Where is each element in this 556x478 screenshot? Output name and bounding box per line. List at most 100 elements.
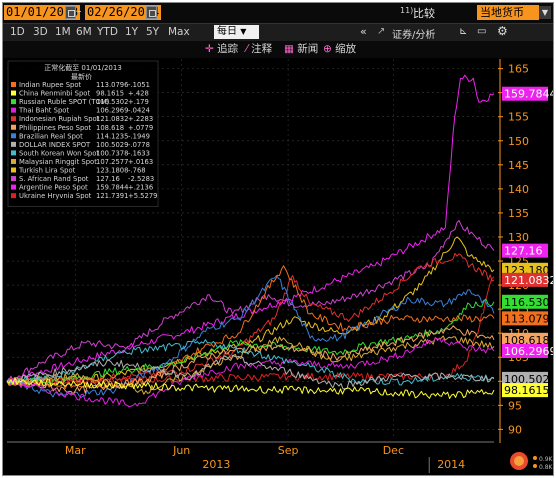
legend-entry[interactable]: Russian Ruble SPOT (TOM)116.5302 +.179 (11, 98, 149, 106)
legend-series-name: Brazilian Real Spot (19, 132, 83, 140)
legend-series-name: Ukraine Hryvnia Spot (19, 192, 92, 200)
status-dot-icon (533, 464, 537, 468)
last-value-tag: 127.16 (502, 243, 548, 258)
last-value-tag: 121.0832 (502, 272, 553, 287)
legend-last-value: 127.16 (96, 175, 120, 183)
x-tick-label: Jun (172, 444, 190, 457)
legend-change: +.2136 (128, 184, 153, 192)
legend-change: +5.5279 (128, 192, 157, 200)
legend-entry[interactable]: Malaysian Ringgit Spot 107.2577 +.0163 (11, 158, 153, 166)
legend-series-name: Malaysian Ringgit Spot (19, 158, 97, 166)
legend-series-name: Thai Baht Spot (18, 107, 69, 115)
legend-entry[interactable]: Ukraine Hryvnia Spot 121.7391 +5.5279 (11, 192, 157, 200)
legend-last-value: 121.7391 (96, 192, 128, 200)
legend-entry[interactable]: DOLLAR INDEX SPOT 100.5029 -.0778 (11, 141, 150, 149)
legend-change: -.768 (128, 167, 146, 175)
last-value-tag: 116.5302 (502, 294, 553, 309)
legend-swatch (11, 133, 16, 139)
last-value-tag-label: 127.16 (504, 245, 543, 258)
y-tick-label: 165 (508, 63, 529, 76)
legend-change: +.2283 (128, 115, 153, 123)
legend-entry[interactable]: Argentine Peso Spot 159.7844 +.2136 (11, 184, 153, 192)
x-year-label: 2014 (437, 458, 465, 471)
status-badge-inner (514, 456, 524, 466)
last-value-tag-label: 121.0832 (504, 274, 553, 287)
y-tick-label: 145 (508, 159, 529, 172)
legend-entry[interactable]: Philippines Peso Spot 108.618 +.0779 (11, 124, 153, 132)
legend-swatch (11, 184, 16, 190)
y-tick-label: 155 (508, 111, 529, 124)
y-tick-label: 140 (508, 183, 529, 196)
legend-last-value: 123.1808 (96, 167, 128, 175)
legend-series-name: South Korean Won Spot (19, 149, 99, 157)
legend-entry[interactable]: S. African Rand Spot 127.16 -2.5283 (11, 175, 154, 183)
legend-swatch (11, 167, 16, 173)
legend-last-value: 108.618 (96, 124, 124, 132)
legend-last-value: 116.5302 (96, 98, 128, 106)
legend-change: -2.5283 (128, 175, 154, 183)
legend-swatch (11, 90, 16, 96)
legend-series-name: Turkish Lira Spot (18, 167, 76, 175)
last-value-tag: 106.2969 (502, 343, 553, 358)
legend-last-value: 159.7844 (96, 184, 128, 192)
status-line-1: 0.9K (539, 456, 553, 463)
legend-series-name: DOLLAR INDEX SPOT (19, 141, 91, 149)
legend-swatch (11, 107, 16, 113)
legend-entry[interactable]: Indian Rupee Spot 113.0796 -.1051 (11, 81, 150, 89)
legend-entry[interactable]: Indonesian Rupiah Spot121.0832 +.2283 (11, 115, 153, 123)
last-value-tag: 159.7844 (502, 86, 553, 101)
legend-title: 正常化截至 01/01/2013 (44, 63, 122, 72)
status-indicator: 0.9K0.8K (510, 452, 553, 471)
legend-change: -.0424 (128, 107, 150, 115)
legend-change: -.1633 (128, 149, 150, 157)
legend-swatch (11, 82, 16, 87)
legend-swatch (11, 158, 16, 164)
y-tick-label: 90 (508, 423, 522, 436)
legend-last-value: 113.0796 (96, 81, 128, 89)
legend-swatch (11, 176, 16, 182)
x-year-label: 2013 (202, 458, 230, 471)
legend-series-name: China Renminbi Spot (19, 90, 90, 98)
fx-line-chart[interactable]: 9095100105110115120125130135140145150155… (3, 3, 553, 475)
legend-last-value: 121.0832 (96, 115, 128, 123)
legend-last-value: 100.5029 (96, 141, 128, 149)
x-tick-label: Sep (278, 444, 299, 457)
legend-swatch (11, 150, 16, 156)
legend-swatch (11, 99, 16, 105)
legend-series-name: Indian Rupee Spot (19, 81, 81, 89)
legend-change: +.0163 (128, 158, 153, 166)
y-tick-label: 95 (508, 399, 522, 412)
x-tick-label: Dec (383, 444, 404, 457)
legend-change: +.0779 (128, 124, 153, 132)
legend-change: +.179 (128, 98, 149, 106)
legend-subtitle: 最新价 (71, 72, 92, 81)
legend-series-name: S. African Rand Spot (19, 175, 89, 183)
last-value-tag: 98.1615 (502, 383, 550, 398)
legend-last-value: 114.1235 (96, 132, 128, 140)
last-value-tag-label: 159.7844 (504, 88, 553, 101)
legend-series-name: Indonesian Rupiah Spot (19, 115, 100, 123)
legend-change: -.1949 (128, 132, 150, 140)
legend-swatch (11, 124, 16, 130)
legend-change: -.0778 (128, 141, 150, 149)
x-tick-label: Mar (65, 444, 86, 457)
last-value-tag-label: 116.5302 (504, 296, 553, 309)
last-value-tag: 113.0796 (502, 311, 553, 326)
status-line-2: 0.8K (539, 464, 553, 471)
last-value-tag-label: 106.2969 (504, 345, 553, 358)
legend-entry[interactable]: South Korean Won Spot100.7378 -.1633 (11, 149, 150, 157)
legend-last-value: 106.2969 (96, 107, 128, 115)
legend-entry[interactable]: Brazilian Real Spot 114.1235 -.1949 (11, 132, 150, 140)
legend-change: +.428 (128, 90, 149, 98)
last-value-tag-label: 113.0796 (504, 312, 553, 325)
legend-last-value: 100.7378 (96, 149, 128, 157)
legend-series-name: Philippines Peso Spot (19, 124, 91, 132)
legend-swatch (11, 193, 16, 199)
legend-swatch (11, 116, 16, 122)
y-tick-label: 150 (508, 135, 529, 148)
legend-last-value: 98.1615 (96, 90, 124, 98)
legend-swatch (11, 141, 16, 147)
last-value-tag-label: 98.1615 (504, 384, 550, 397)
y-tick-label: 135 (508, 207, 529, 220)
legend-entry[interactable]: China Renminbi Spot 98.1615 +.428 (11, 90, 149, 98)
